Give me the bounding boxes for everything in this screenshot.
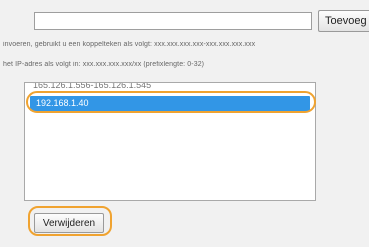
address-entry-row: Toevoeg: [0, 0, 369, 34]
remove-button[interactable]: Verwijderen: [34, 213, 104, 233]
add-button[interactable]: Toevoeg: [318, 10, 369, 32]
list-item[interactable]: 165.126.1.556-165.126.1.545: [25, 83, 315, 91]
list-item-selected[interactable]: 192.168.1.40: [30, 96, 310, 111]
ip-address-list[interactable]: 165.126.1.556-165.126.1.545 192.168.1.40: [24, 82, 316, 201]
ip-address-input[interactable]: [34, 12, 312, 30]
ip-range-hint: invoeren, gebruikt u een koppelteken als…: [3, 41, 256, 48]
ip-prefix-hint: het IP-adres als volgt in: xxx.xxx.xxx.x…: [3, 61, 205, 68]
